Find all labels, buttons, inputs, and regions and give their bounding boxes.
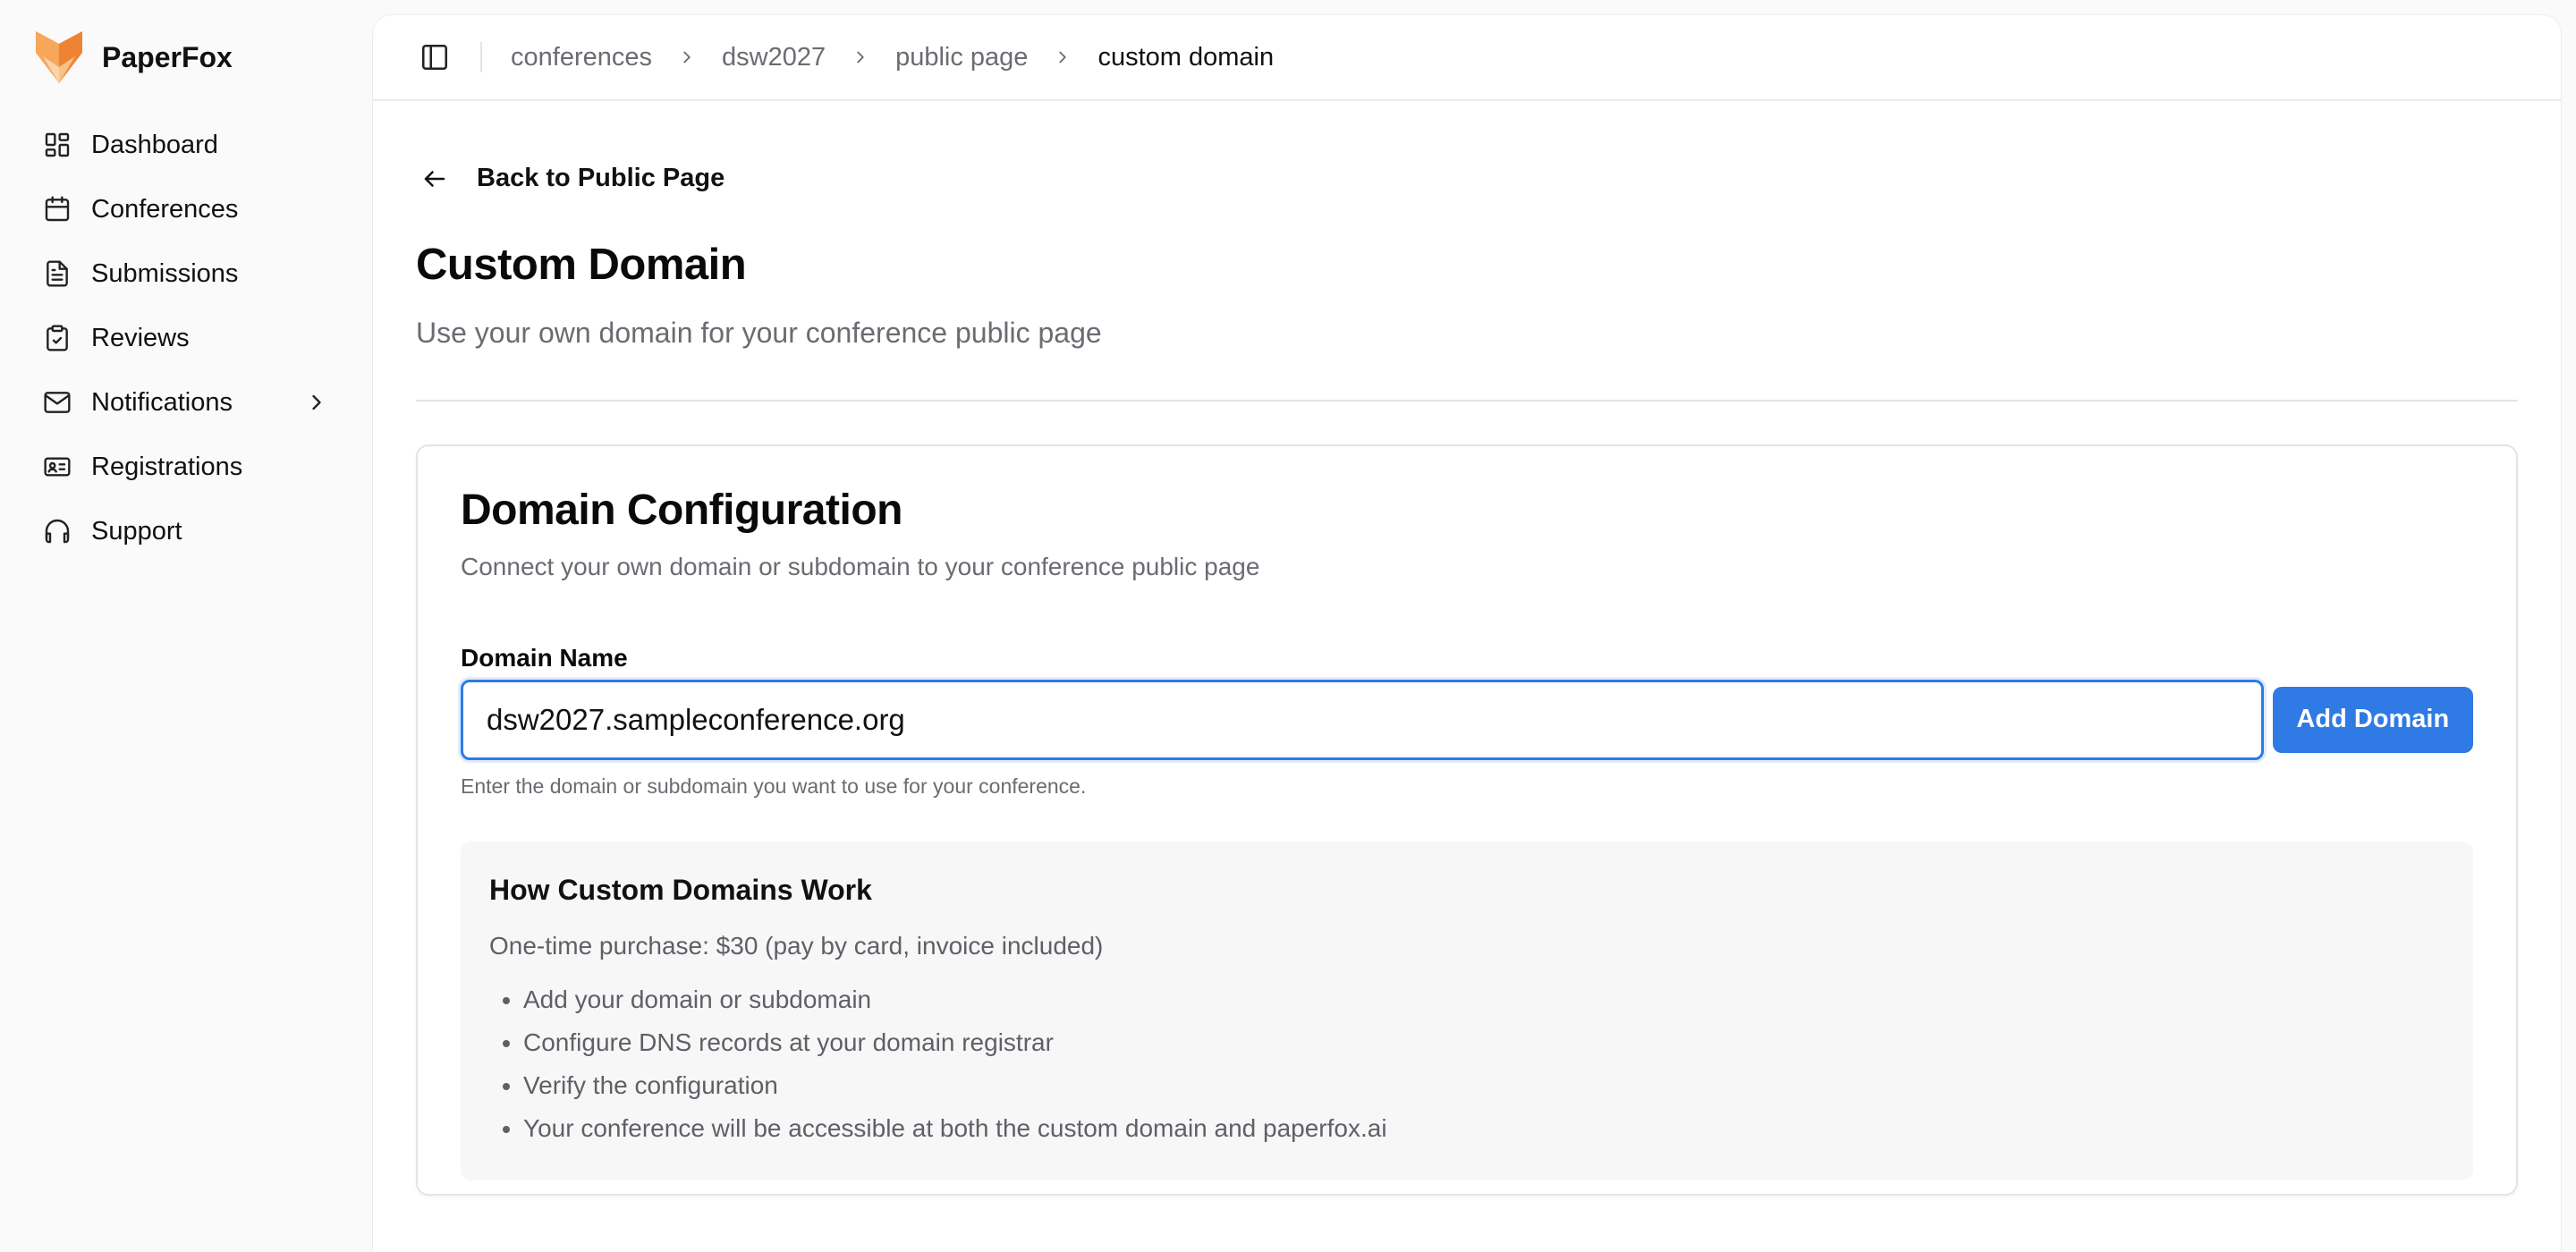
sidebar-item-reviews[interactable]: Reviews	[25, 306, 347, 370]
domain-config-card: Domain Configuration Connect your own do…	[416, 444, 2518, 1196]
info-price: One-time purchase: $30 (pay by card, inv…	[489, 931, 1104, 960]
page-content: Back to Public Page Custom Domain Use yo…	[373, 101, 2561, 1196]
top-bar: conferences dsw2027 public page custom d…	[373, 15, 2561, 101]
domain-input-row: Add Domain	[461, 679, 2473, 760]
main-panel: conferences dsw2027 public page custom d…	[372, 14, 2562, 1252]
mail-icon	[44, 392, 71, 413]
document-icon	[47, 260, 68, 287]
sidebar-item-label: Dashboard	[91, 130, 218, 159]
card-title: Domain Configuration	[461, 486, 902, 534]
calendar-icon	[45, 196, 70, 222]
chevron-right-icon[interactable]	[304, 390, 329, 415]
sidebar-item-submissions[interactable]: Submissions	[25, 241, 347, 306]
sidebar-item-registrations[interactable]: Registrations	[25, 435, 347, 499]
sidebar-item-label: Conferences	[91, 194, 239, 224]
fox-logo-icon	[36, 31, 82, 83]
back-link-label: Back to Public Page	[477, 164, 725, 192]
sidebar-item-conferences[interactable]: Conferences	[25, 177, 347, 241]
sidebar-item-label: Support	[91, 516, 182, 546]
chevron-right-icon	[683, 51, 691, 63]
add-domain-button[interactable]: Add Domain	[2272, 686, 2473, 753]
topbar-separator	[480, 42, 482, 72]
chevron-right-icon	[857, 51, 864, 63]
how-it-works-box: How Custom Domains Work One-time purchas…	[461, 841, 2473, 1180]
back-link[interactable]: Back to Public Page	[416, 164, 724, 193]
domain-name-label: Domain Name	[461, 643, 628, 672]
clipboard-check-icon	[47, 325, 68, 351]
domain-name-input[interactable]	[461, 679, 2264, 760]
breadcrumb-conferences[interactable]: conferences	[511, 43, 652, 72]
dashboard-icon	[45, 132, 70, 157]
sidebar-item-dashboard[interactable]: Dashboard	[25, 113, 347, 177]
breadcrumb-public-page[interactable]: public page	[895, 43, 1028, 72]
headphones-icon	[45, 519, 70, 544]
breadcrumb-conference[interactable]: dsw2027	[722, 43, 826, 72]
sidebar-item-notifications[interactable]: Notifications	[25, 370, 347, 435]
domain-hint: Enter the domain or subdomain you want t…	[461, 774, 1087, 798]
sidebar-item-label: Registrations	[91, 452, 243, 481]
sidebar: PaperFox Dashboard Conferences Submissio…	[0, 0, 372, 1252]
sidebar-item-label: Reviews	[91, 323, 190, 352]
id-card-icon	[44, 457, 71, 477]
sidebar-item-label: Notifications	[91, 387, 233, 417]
sidebar-toggle-icon[interactable]	[419, 42, 450, 72]
chevron-right-icon	[1059, 51, 1067, 63]
page-title: Custom Domain	[416, 240, 747, 289]
info-steps: Add your domain or subdomain Configure D…	[489, 978, 2445, 1150]
card-subtitle: Connect your own domain or subdomain to …	[461, 552, 1260, 580]
brand[interactable]: PaperFox	[25, 27, 347, 88]
app-name: PaperFox	[102, 40, 233, 73]
arrow-left-icon	[424, 170, 445, 187]
breadcrumb-current: custom domain	[1097, 42, 1275, 72]
sidebar-item-support[interactable]: Support	[25, 499, 347, 563]
section-divider	[416, 399, 2518, 402]
info-title: How Custom Domains Work	[489, 873, 872, 906]
breadcrumb: conferences dsw2027 public page custom d…	[511, 43, 1274, 72]
sidebar-item-label: Submissions	[91, 258, 239, 288]
list-item: Add your domain or subdomain	[523, 978, 2445, 1021]
page-subtitle: Use your own domain for your conference …	[416, 316, 1102, 349]
list-item: Configure DNS records at your domain reg…	[523, 1021, 2445, 1064]
list-item: Verify the configuration	[523, 1064, 2445, 1107]
list-item: Your conference will be accessible at bo…	[523, 1107, 2445, 1150]
sidebar-nav: Dashboard Conferences Submissions Review…	[25, 113, 347, 563]
